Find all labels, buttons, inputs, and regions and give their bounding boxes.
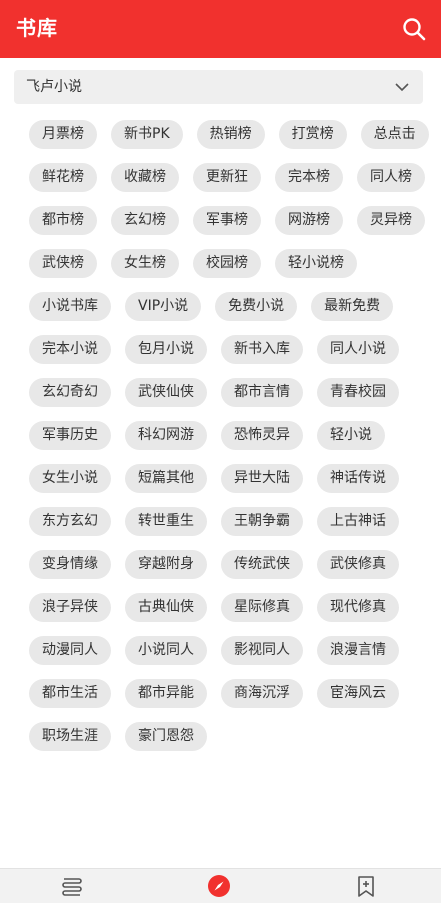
category-tag[interactable]: 军事历史 xyxy=(29,421,111,450)
category-tag[interactable]: 穿越附身 xyxy=(125,550,207,579)
category-tag[interactable]: 网游榜 xyxy=(275,206,343,235)
category-tag[interactable]: 校园榜 xyxy=(193,249,261,278)
category-tag[interactable]: 传统武侠 xyxy=(221,550,303,579)
category-tag[interactable]: 女生小说 xyxy=(29,464,111,493)
category-tag[interactable]: 豪门恩怨 xyxy=(125,722,207,751)
category-tag[interactable]: 现代修真 xyxy=(317,593,399,622)
category-tag[interactable]: 完本小说 xyxy=(29,335,111,364)
category-tag[interactable]: 上古神话 xyxy=(317,507,399,536)
page-title: 书库 xyxy=(16,16,58,40)
category-tag[interactable]: 最新免费 xyxy=(311,292,394,321)
bookshelf-icon[interactable] xyxy=(60,874,84,898)
category-tag[interactable]: 免费小说 xyxy=(215,292,298,321)
category-tag[interactable]: 星际修真 xyxy=(221,593,303,622)
category-tag[interactable]: 灵异榜 xyxy=(357,206,425,235)
category-tag[interactable]: 包月小说 xyxy=(125,335,207,364)
category-tag[interactable]: 转世重生 xyxy=(125,507,207,536)
category-tag[interactable]: 王朝争霸 xyxy=(221,507,303,536)
category-tag[interactable]: 同人小说 xyxy=(317,335,399,364)
compass-icon[interactable] xyxy=(207,874,231,898)
category-tag[interactable]: 神话传说 xyxy=(317,464,399,493)
category-tag[interactable]: VIP小说 xyxy=(125,292,202,321)
category-tag[interactable]: 浪子异侠 xyxy=(29,593,111,622)
category-tag[interactable]: 短篇其他 xyxy=(125,464,207,493)
category-tag[interactable]: 热销榜 xyxy=(196,120,265,149)
category-tag[interactable]: 军事榜 xyxy=(193,206,261,235)
category-tag[interactable]: 都市异能 xyxy=(125,679,207,708)
category-tag[interactable]: 古典仙侠 xyxy=(125,593,207,622)
library-content: 飞卢小说 月票榜 新书PK 热销榜 打赏榜 总点击 鲜花榜 收藏榜 更新狂 完本榜 同人榜 都市榜玄… xyxy=(0,58,441,868)
category-tag[interactable]: 武侠仙侠 xyxy=(125,378,207,407)
category-tag[interactable]: 鲜花榜 xyxy=(29,163,97,192)
category-tag[interactable]: 东方玄幻 xyxy=(29,507,111,536)
category-tag[interactable]: 轻小说榜 xyxy=(275,249,357,278)
category-tag[interactable]: 动漫同人 xyxy=(29,636,111,665)
app-header: 书库 xyxy=(0,0,441,58)
category-tag[interactable]: 恐怖灵异 xyxy=(221,421,303,450)
category-tag[interactable]: 小说同人 xyxy=(125,636,207,665)
category-tag[interactable]: 收藏榜 xyxy=(111,163,179,192)
category-tag[interactable]: 完本榜 xyxy=(275,163,343,192)
category-tag[interactable]: 都市生活 xyxy=(29,679,111,708)
category-tag[interactable]: 影视同人 xyxy=(221,636,303,665)
source-dropdown-value: 飞卢小说 xyxy=(26,79,82,95)
category-tag[interactable]: 打赏榜 xyxy=(278,120,347,149)
category-tag[interactable]: 武侠榜 xyxy=(29,249,97,278)
category-tag[interactable]: 轻小说 xyxy=(317,421,385,450)
category-tag[interactable]: 女生榜 xyxy=(111,249,179,278)
category-tag[interactable]: 都市言情 xyxy=(221,378,303,407)
category-tag[interactable]: 武侠修真 xyxy=(317,550,399,579)
search-icon[interactable] xyxy=(401,16,427,42)
chevron-down-icon xyxy=(395,83,409,92)
bottom-nav xyxy=(0,868,441,903)
category-tag[interactable]: 小说书库 xyxy=(29,292,111,321)
bookmark-icon[interactable] xyxy=(354,874,378,898)
category-tag[interactable]: 月票榜 xyxy=(29,120,97,149)
category-tag[interactable]: 玄幻榜 xyxy=(111,206,179,235)
category-tag[interactable]: 都市榜 xyxy=(29,206,97,235)
category-tag[interactable]: 同人榜 xyxy=(357,163,425,192)
category-tag[interactable]: 变身情缘 xyxy=(29,550,111,579)
category-tag[interactable]: 新书入库 xyxy=(221,335,303,364)
source-dropdown[interactable]: 飞卢小说 xyxy=(14,70,423,104)
category-tag[interactable]: 总点击 xyxy=(360,120,429,149)
category-tag[interactable]: 更新狂 xyxy=(193,163,261,192)
category-tag-list: 月票榜 新书PK 热销榜 打赏榜 总点击鲜花榜 收藏榜 更新狂 完本榜 同人榜都市榜 玄幻榜 军事榜… xyxy=(29,120,429,751)
category-tag[interactable]: 科幻网游 xyxy=(125,421,207,450)
category-tag[interactable]: 玄幻奇幻 xyxy=(29,378,111,407)
category-tag[interactable]: 青春校园 xyxy=(317,378,399,407)
category-tag[interactable]: 异世大陆 xyxy=(221,464,303,493)
category-tag[interactable]: 浪漫言情 xyxy=(317,636,399,665)
category-tag[interactable]: 宦海风云 xyxy=(317,679,399,708)
category-tag[interactable]: 新书PK xyxy=(111,120,183,149)
category-tag[interactable]: 职场生涯 xyxy=(29,722,111,751)
category-tag[interactable]: 商海沉浮 xyxy=(221,679,303,708)
